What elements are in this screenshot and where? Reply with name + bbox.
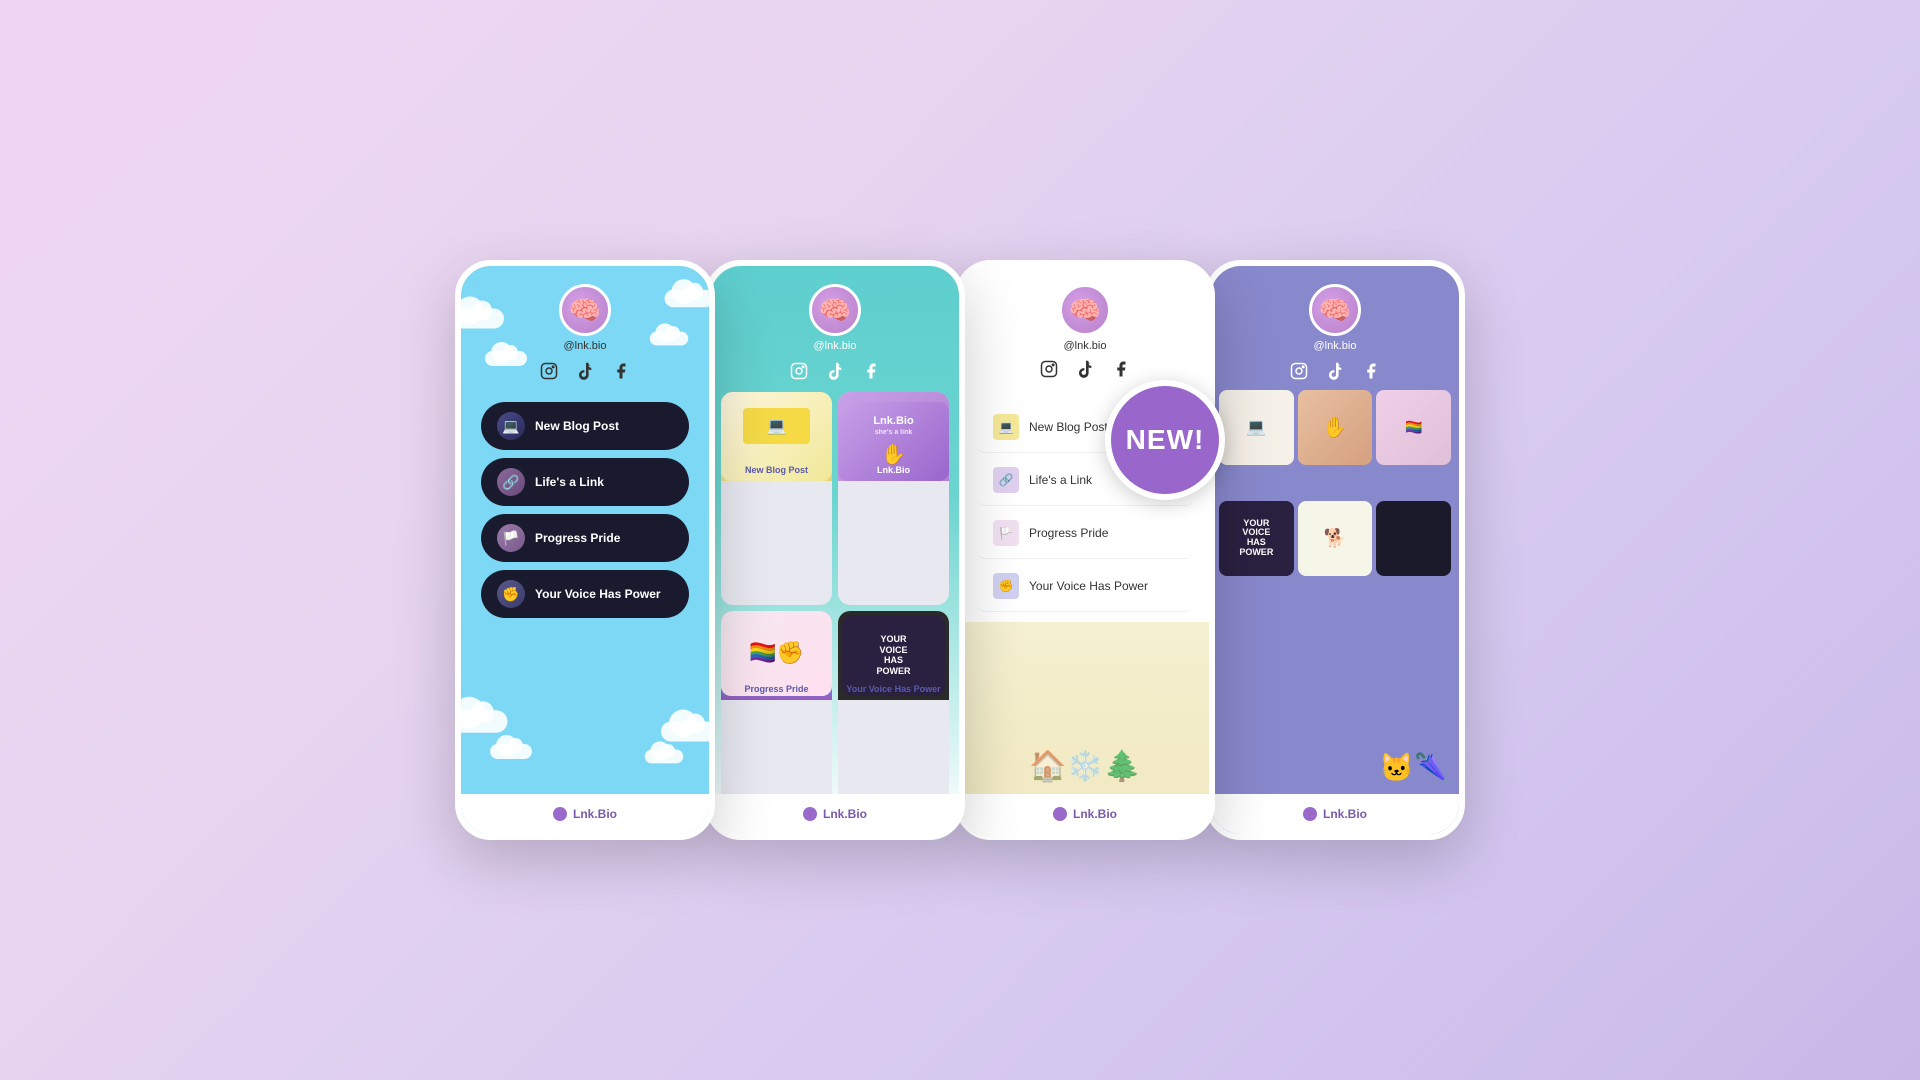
- instagram-icon-2[interactable]: [788, 360, 810, 382]
- phone-1-links-list: 💻 New Blog Post 🔗 Life's a Link 🏳️ Progr…: [461, 388, 709, 632]
- instagram-icon-4[interactable]: [1288, 360, 1310, 382]
- phone-4-deco: 🐱🌂: [1379, 751, 1449, 784]
- phone-2-grid-cell-3[interactable]: 🏳️‍🌈✊ Progress Pride: [721, 611, 832, 824]
- phone-1-link-thumb-2: 🔗: [497, 468, 525, 496]
- phone-3-footer: Lnk.Bio: [961, 794, 1209, 834]
- tiktok-icon-4[interactable]: [1324, 360, 1346, 382]
- tiktok-icon-3[interactable]: [1074, 358, 1096, 380]
- phone-3-link-thumb-2: 🔗: [993, 467, 1019, 493]
- phone-2-grid-label-2: Lnk.Bio: [838, 465, 949, 475]
- phone-4-footer: Lnk.Bio: [1211, 794, 1459, 834]
- phone-3-link-label-3: Progress Pride: [1029, 526, 1108, 540]
- phone-1-footer-label: Lnk.Bio: [573, 807, 617, 821]
- cloud-deco-bottom-left: [455, 710, 508, 733]
- cloud-deco-top-right-2: [650, 332, 689, 346]
- cloud-deco-bottom-left-2: [490, 744, 532, 759]
- phone-1-link-label-2: Life's a Link: [535, 475, 604, 489]
- phone-4: 🧠 @lnk.bio: [1205, 260, 1465, 840]
- cloud-deco-top-left: [455, 309, 504, 329]
- phone-3-username: @lnk.bio: [1064, 340, 1107, 352]
- phone-3: 🧠 @lnk.bio: [955, 260, 1215, 840]
- instagram-icon-3[interactable]: [1038, 358, 1060, 380]
- phone-4-mosaic-1[interactable]: 💻: [1219, 390, 1294, 465]
- phone-3-link-thumb-3: 🏳️: [993, 520, 1019, 546]
- phone-1-link-label-1: New Blog Post: [535, 419, 619, 433]
- tiktok-icon-2[interactable]: [824, 360, 846, 382]
- phone-4-mosaic-4[interactable]: YOURVOICEHASPOWER: [1219, 501, 1294, 576]
- phone-1-link-3[interactable]: 🏳️ Progress Pride: [481, 514, 689, 562]
- phone-2-grid-cell-2[interactable]: Lnk.Bio she's a link ✋ Lnk.Bio: [838, 392, 949, 605]
- winter-scene: 🏠❄️🌲: [1029, 749, 1141, 784]
- phone-2-grid-label-4: Your Voice Has Power: [838, 684, 949, 694]
- facebook-icon-4[interactable]: [1360, 360, 1382, 382]
- phone-2-grid-cell-4[interactable]: YOURVOICEHASPOWER Your Voice Has Power: [838, 611, 949, 824]
- phone-3-link-thumb-1: 💻: [993, 414, 1019, 440]
- phone-2-grid-cell-1[interactable]: 💻 New Blog Post: [721, 392, 832, 605]
- phone-3-link-thumb-4: ✊: [993, 573, 1019, 599]
- phone-3-avatar-section: 🧠 @lnk.bio: [961, 266, 1209, 392]
- cloud-deco-bottom-right: [661, 722, 715, 742]
- phone-1-footer: Lnk.Bio: [461, 794, 709, 834]
- phone-4-mosaic-5[interactable]: 🐕: [1298, 501, 1373, 576]
- phone-1-link-2[interactable]: 🔗 Life's a Link: [481, 458, 689, 506]
- phone-2-avatar: 🧠: [809, 284, 861, 336]
- phone-3-link-4[interactable]: ✊ Your Voice Has Power: [977, 561, 1193, 612]
- phone-4-mosaic: 💻 ✋ 🏳️‍🌈 YOURVOICEHASPOWER 🐕: [1211, 382, 1459, 616]
- phone-1-footer-dot: [553, 807, 567, 821]
- phone-1-link-label-3: Progress Pride: [535, 531, 620, 545]
- phone-2-footer-dot: [803, 807, 817, 821]
- phone-1-link-label-4: Your Voice Has Power: [535, 587, 661, 601]
- phone-1-social-icons: [538, 360, 632, 382]
- phone-4-avatar: 🧠: [1309, 284, 1361, 336]
- phone-3-social-icons: [1038, 358, 1132, 380]
- phone-3-link-label-4: Your Voice Has Power: [1029, 579, 1148, 593]
- phone-4-mosaic-6[interactable]: [1376, 501, 1451, 576]
- instagram-icon-1[interactable]: [538, 360, 560, 382]
- phone-3-link-label-1: New Blog Post: [1029, 420, 1108, 434]
- phone-3-footer-dot: [1053, 807, 1067, 821]
- phone-3-link-3[interactable]: 🏳️ Progress Pride: [977, 508, 1193, 559]
- phone-2-grid-label-3: Progress Pride: [721, 684, 832, 694]
- phone-1-avatar-section: 🧠 @lnk.bio: [538, 266, 632, 382]
- phone-1-link-1[interactable]: 💻 New Blog Post: [481, 402, 689, 450]
- new-badge: NEW!: [1105, 380, 1225, 500]
- phone-2-grid: 💻 New Blog Post Lnk.Bio she's a link: [711, 382, 959, 834]
- phone-2: 🧠 @lnk.bio: [705, 260, 965, 840]
- cloud-deco-top-left-2: [485, 351, 527, 366]
- cloud-deco-top-right: [665, 290, 714, 308]
- facebook-icon-1[interactable]: [610, 360, 632, 382]
- phone-1-link-thumb-1: 💻: [497, 412, 525, 440]
- phone-4-footer-dot: [1303, 807, 1317, 821]
- phones-container: 🧠 @lnk.bio: [455, 260, 1465, 840]
- phone-4-social-icons: [1288, 360, 1382, 382]
- phone-3-avatar: 🧠: [1059, 284, 1111, 336]
- phone-2-avatar-section: 🧠 @lnk.bio: [788, 266, 882, 382]
- phone-1-link-4[interactable]: ✊ Your Voice Has Power: [481, 570, 689, 618]
- phone-2-grid-label-1: New Blog Post: [721, 465, 832, 475]
- phone-1-avatar: 🧠: [559, 284, 611, 336]
- phone-1: 🧠 @lnk.bio: [455, 260, 715, 840]
- phone-2-footer-label: Lnk.Bio: [823, 807, 867, 821]
- cloud-deco-bottom-right-2: [645, 750, 684, 764]
- phone-1-link-thumb-3: 🏳️: [497, 524, 525, 552]
- phone-1-username: @lnk.bio: [564, 340, 607, 352]
- facebook-icon-2[interactable]: [860, 360, 882, 382]
- phone-4-mosaic-3[interactable]: 🏳️‍🌈: [1376, 390, 1451, 465]
- phone-4-mosaic-2[interactable]: ✋: [1298, 390, 1373, 465]
- phone-2-social-icons: [788, 360, 882, 382]
- phone-3-link-label-2: Life's a Link: [1029, 473, 1092, 487]
- tiktok-icon-1[interactable]: [574, 360, 596, 382]
- phone-1-link-thumb-4: ✊: [497, 580, 525, 608]
- phone-3-footer-label: Lnk.Bio: [1073, 807, 1117, 821]
- phone-4-footer-label: Lnk.Bio: [1323, 807, 1367, 821]
- new-badge-text: NEW!: [1126, 424, 1205, 456]
- phone-2-username: @lnk.bio: [814, 340, 857, 352]
- phone-2-footer: Lnk.Bio: [711, 794, 959, 834]
- phone-4-username: @lnk.bio: [1314, 340, 1357, 352]
- phone-4-avatar-section: 🧠 @lnk.bio: [1288, 266, 1382, 382]
- facebook-icon-3[interactable]: [1110, 358, 1132, 380]
